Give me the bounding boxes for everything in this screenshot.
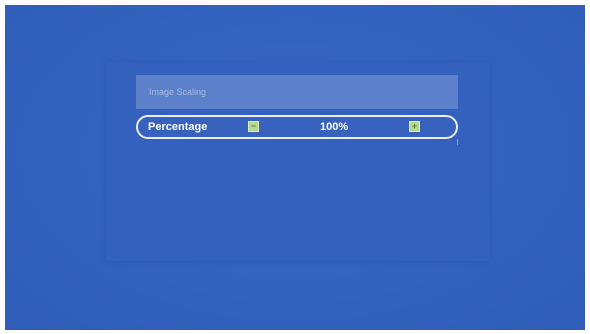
percentage-row[interactable]: Percentage − 100% + [136, 115, 458, 145]
screen-background: Image Scaling Percentage − 100% + [5, 5, 585, 330]
plus-icon: + [411, 121, 418, 131]
menu-title: Image Scaling [149, 87, 207, 97]
percentage-value: 100% [320, 121, 349, 133]
settings-panel: Image Scaling Percentage − 100% + [106, 62, 490, 261]
menu-header: Image Scaling [136, 75, 458, 109]
decrease-button[interactable]: − [248, 121, 259, 132]
row-divider [457, 139, 458, 145]
image-scaling-menu: Image Scaling Percentage − 100% + [136, 75, 458, 145]
increase-button[interactable]: + [409, 121, 420, 132]
percentage-label: Percentage [148, 121, 208, 133]
minus-icon: − [250, 121, 257, 131]
